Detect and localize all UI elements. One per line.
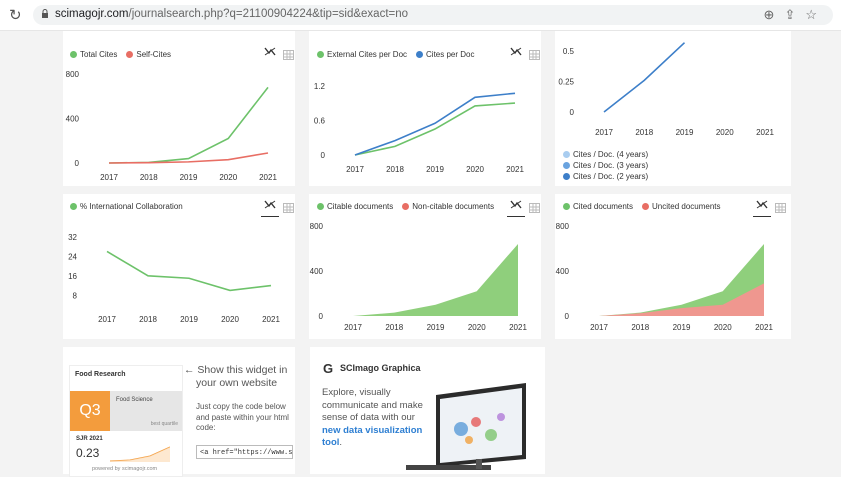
line-series-1	[106, 250, 272, 292]
graphica-link-end[interactable]: tool	[322, 437, 339, 448]
y-tick-label: 0	[570, 108, 575, 117]
widget-journal-title: Food Research	[75, 371, 126, 378]
x-tick-label: 2020	[221, 315, 239, 324]
sjr-widget-preview[interactable]: Food Research Q3 Food Science best quart…	[69, 365, 183, 477]
widget-copy-text: Just copy the code below and paste withi…	[196, 402, 289, 434]
widget-copy-line2: and paste within your html	[196, 412, 289, 422]
y-tick-label: 16	[68, 272, 77, 281]
y-tick-label: 0.6	[314, 116, 326, 125]
x-tick-label: 2020	[714, 323, 732, 332]
widget-sjr-value: 0.23	[76, 446, 100, 460]
line-series-1	[108, 86, 269, 164]
widget-sparkline	[110, 446, 170, 462]
x-tick-label: 2017	[98, 315, 116, 324]
widget-show-line1: Show this widget in	[197, 364, 288, 376]
line-series-1	[354, 102, 516, 156]
embed-code-input[interactable]: <a href="https://www.scimag	[196, 445, 293, 459]
y-tick-label: 0	[75, 159, 80, 168]
y-tick-label: 32	[68, 233, 77, 242]
area-series-1	[353, 244, 518, 316]
x-tick-label: 2017	[346, 165, 364, 174]
x-tick-label: 2018	[139, 315, 157, 324]
x-tick-label: 2019	[427, 323, 445, 332]
x-tick-label: 2021	[259, 173, 277, 182]
quartile-badge: Q3	[70, 391, 110, 431]
graphica-title: SCImago Graphica	[340, 363, 421, 373]
y-tick-label: 800	[556, 222, 570, 231]
x-tick-label: 2020	[466, 165, 484, 174]
x-tick-label: 2019	[180, 173, 198, 182]
y-tick-label: 0	[565, 312, 570, 321]
y-tick-label: 0	[321, 151, 326, 160]
x-tick-label: 2018	[140, 173, 158, 182]
x-tick-label: 2019	[676, 128, 694, 137]
x-tick-label: 2017	[595, 128, 613, 137]
x-tick-label: 2020	[468, 323, 486, 332]
x-tick-label: 2021	[506, 165, 524, 174]
widget-powered-by: powered by scimagojr.com	[92, 466, 158, 472]
widget-copy-line3: code:	[196, 423, 216, 432]
widget-show-line2: your own website	[196, 376, 278, 389]
line-series-1	[603, 42, 686, 113]
x-tick-label: 2021	[262, 315, 280, 324]
legend-cites-doc-2y[interactable]: Cites / Doc. (2 years)	[563, 172, 648, 181]
y-tick-label: 400	[310, 267, 324, 276]
x-tick-label: 2020	[219, 173, 237, 182]
x-tick-label: 2018	[635, 128, 653, 137]
graphica-logo-icon: G	[323, 361, 334, 376]
y-tick-label: 400	[556, 267, 570, 276]
x-tick-label: 2017	[344, 323, 362, 332]
legend-cites-doc-3y[interactable]: Cites / Doc. (3 years)	[563, 161, 648, 170]
widget-category-name: Food Science	[116, 397, 153, 403]
x-tick-label: 2021	[755, 323, 773, 332]
cites-doc-years-legend: Cites / Doc. (4 years) Cites / Doc. (3 y…	[563, 150, 657, 181]
widget-copy-line1: Just copy the code below	[196, 402, 286, 411]
x-tick-label: 2021	[509, 323, 527, 332]
y-tick-label: 0.25	[558, 78, 574, 87]
y-tick-label: 0	[319, 312, 324, 321]
x-tick-label: 2020	[716, 128, 734, 137]
x-tick-label: 2018	[385, 323, 403, 332]
x-tick-label: 2019	[180, 315, 198, 324]
widget-best-quartile: best quartile	[150, 421, 178, 427]
legend-cites-doc-4y[interactable]: Cites / Doc. (4 years)	[563, 150, 648, 159]
x-tick-label: 2017	[100, 173, 118, 182]
graphica-card[interactable]: G SCImago Graphica Explore, visually com…	[310, 347, 545, 474]
graphica-monitor-image	[406, 383, 526, 470]
x-tick-label: 2019	[673, 323, 691, 332]
line-series-2	[354, 92, 516, 156]
x-tick-label: 2019	[426, 165, 444, 174]
y-tick-label: 1.2	[314, 82, 326, 91]
arrow-left-icon: ←	[184, 364, 195, 376]
y-tick-label: 8	[73, 291, 78, 300]
x-tick-label: 2018	[631, 323, 649, 332]
y-tick-label: 0.5	[563, 47, 575, 56]
widget-sjr-label: SJR 2021	[76, 436, 103, 442]
y-tick-label: 800	[66, 70, 80, 79]
widget-category: Food Science best quartile	[110, 391, 182, 431]
x-tick-label: 2018	[386, 165, 404, 174]
x-tick-label: 2021	[756, 128, 774, 137]
y-tick-label: 800	[310, 222, 324, 231]
x-tick-label: 2017	[590, 323, 608, 332]
widget-promo: ← Show this widget in your own website	[184, 364, 287, 389]
y-tick-label: 400	[66, 115, 80, 124]
y-tick-label: 24	[68, 252, 77, 261]
